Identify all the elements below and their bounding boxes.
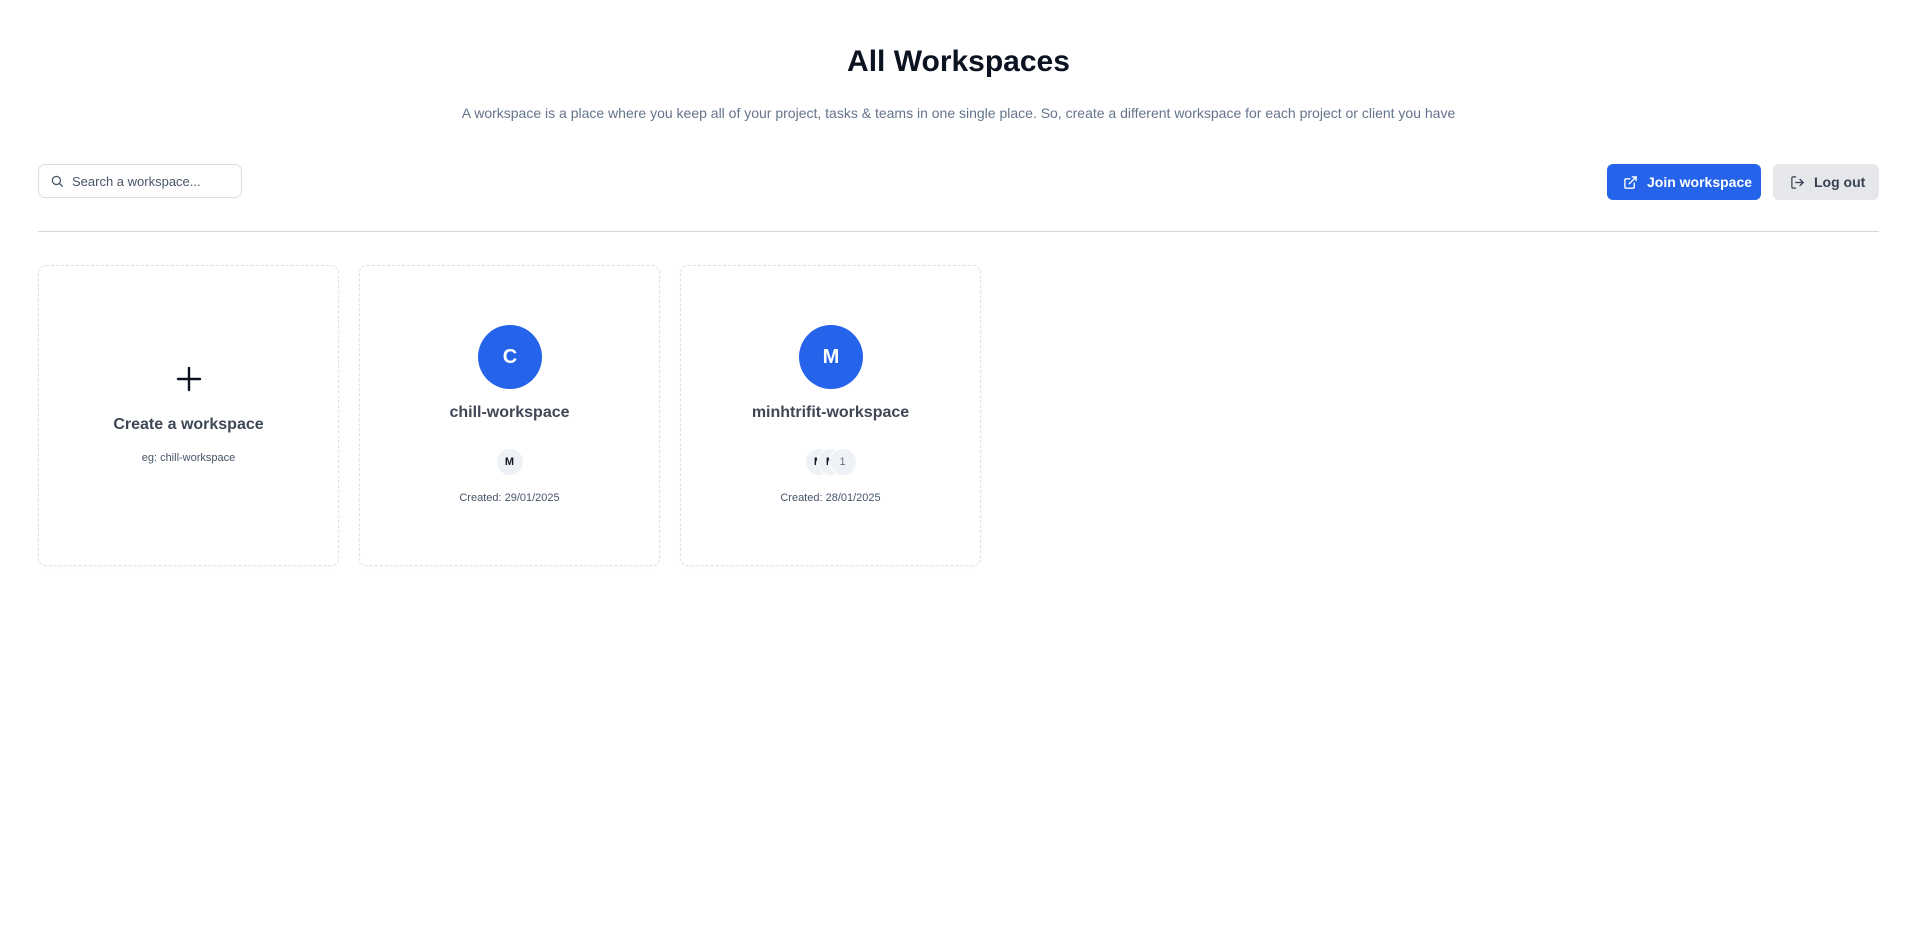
member-avatar: 1 (828, 448, 857, 476)
create-workspace-card[interactable]: Create a workspace eg: chill-workspace (38, 265, 339, 566)
search-box[interactable] (38, 164, 242, 198)
logout-icon (1791, 175, 1804, 189)
plus-icon (176, 366, 201, 392)
search-icon (51, 175, 63, 187)
page-subtitle: A workspace is a place where you keep al… (461, 105, 1456, 121)
toolbar: Join workspace Log out (38, 164, 1879, 200)
logout-button[interactable]: Log out (1773, 164, 1879, 200)
workspace-name: minhtrifit-workspace (751, 404, 910, 421)
workspace-card-minhtrifit[interactable]: M minhtrifit-workspace M M 1 Created: 28… (680, 265, 981, 566)
join-workspace-button[interactable]: Join workspace (1607, 164, 1761, 200)
create-workspace-title: Create a workspace (113, 416, 264, 433)
workspace-avatar: M (799, 325, 863, 389)
logout-label: Log out (1814, 174, 1866, 190)
divider (38, 231, 1879, 232)
member-avatars: M M 1 (681, 448, 980, 476)
workspace-grid: Create a workspace eg: chill-workspace C… (38, 265, 981, 566)
workspace-name: chill-workspace (449, 404, 570, 421)
workspace-created-date: Created: 29/01/2025 (459, 492, 560, 504)
search-input[interactable] (72, 173, 222, 189)
external-link-icon (1624, 175, 1637, 189)
workspace-card-chill[interactable]: C chill-workspace M Created: 29/01/2025 (359, 265, 660, 566)
header-actions: Join workspace Log out (1607, 164, 1879, 200)
member-avatar: M (495, 448, 524, 476)
create-workspace-hint: eg: chill-workspace (141, 452, 236, 464)
workspace-created-date: Created: 28/01/2025 (780, 492, 881, 504)
join-workspace-label: Join workspace (1647, 174, 1753, 190)
page-title: All Workspaces (847, 45, 1070, 78)
workspaces-page: All Workspaces A workspace is a place wh… (0, 0, 1917, 939)
member-avatars: M (360, 448, 659, 476)
workspace-avatar: C (478, 325, 542, 389)
